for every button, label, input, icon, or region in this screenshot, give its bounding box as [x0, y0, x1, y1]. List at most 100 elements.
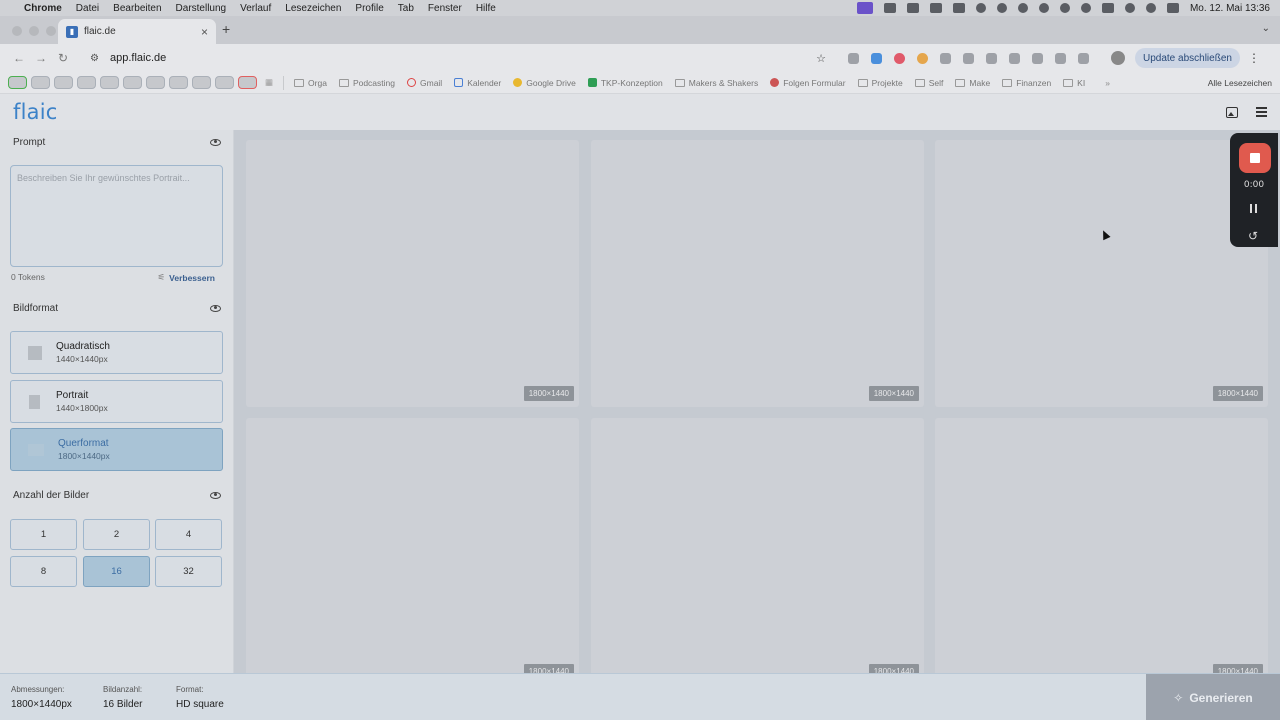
search-icon[interactable]: [1145, 3, 1156, 13]
battery-icon[interactable]: [1101, 3, 1114, 13]
extension-icon[interactable]: [1009, 52, 1020, 64]
menu-tab[interactable]: Tab: [398, 3, 414, 14]
maximize-window-button[interactable]: [46, 26, 56, 36]
count-option-8[interactable]: 8: [10, 556, 77, 587]
generate-button[interactable]: ✧ Generieren: [1146, 674, 1280, 720]
prompt-textarea[interactable]: Beschreiben Sie Ihr gewünschtes Portrait…: [10, 165, 223, 267]
bookmark-folder-self[interactable]: Self: [914, 78, 943, 88]
bookmark-folder-makers-shakers[interactable]: Makers & Shakers: [674, 78, 758, 88]
bookmark-icon[interactable]: [123, 76, 142, 89]
control-center-icon[interactable]: [1166, 3, 1179, 13]
bookmark-icon[interactable]: [169, 76, 188, 89]
image-placeholder[interactable]: 1800×1440: [935, 140, 1268, 407]
hamburger-menu-icon[interactable]: [1256, 107, 1267, 117]
puzzle-extensions-icon[interactable]: [940, 52, 951, 64]
all-bookmarks-folder[interactable]: Alle Lesezeichen: [1208, 78, 1272, 88]
zoom-status-icon[interactable]: [906, 3, 919, 13]
format-option-querformat[interactable]: Querformat 1800×1440px: [10, 428, 223, 471]
image-placeholder[interactable]: 1800×1440: [935, 418, 1268, 673]
menu-bearbeiten[interactable]: Bearbeiten: [113, 3, 161, 14]
forward-icon[interactable]: →: [30, 51, 52, 65]
bookmark-icon[interactable]: [215, 76, 234, 89]
back-icon[interactable]: ←: [8, 51, 30, 65]
stop-recording-button[interactable]: [1239, 143, 1271, 173]
status-app-icon[interactable]: [1059, 3, 1070, 13]
bookmark-folder-orga[interactable]: Orga: [294, 78, 327, 88]
flaic-logo[interactable]: flaic: [13, 100, 57, 124]
bookmark-icon[interactable]: [54, 76, 73, 89]
play-icon[interactable]: [1080, 3, 1091, 13]
status-app-icon[interactable]: [952, 3, 965, 13]
menu-datei[interactable]: Datei: [76, 3, 99, 14]
eye-icon[interactable]: [210, 138, 221, 146]
more-options-icon[interactable]: ⋮: [1248, 51, 1260, 65]
status-app-icon[interactable]: [996, 3, 1007, 13]
image-gallery-icon[interactable]: [1226, 106, 1238, 118]
image-placeholder[interactable]: 1800×1440: [246, 418, 579, 673]
eye-icon[interactable]: [210, 304, 221, 312]
print-icon[interactable]: [1055, 52, 1066, 64]
image-placeholder[interactable]: 1800×1440: [591, 418, 924, 673]
count-option-16[interactable]: 16: [83, 556, 150, 587]
bookmark-folder-ki[interactable]: KI: [1063, 78, 1085, 88]
bookmark-icon[interactable]: [238, 76, 257, 89]
bookmark-folder-projekte[interactable]: Projekte: [857, 78, 903, 88]
bookmark-google-drive[interactable]: Google Drive: [513, 78, 576, 88]
bookmark-star-icon[interactable]: ☆: [816, 52, 826, 65]
bookmark-folder-finanzen[interactable]: Finanzen: [1002, 78, 1051, 88]
apps-grid-icon[interactable]: ▦: [265, 77, 273, 88]
bookmark-icon[interactable]: [192, 76, 211, 89]
bookmark-folder-make[interactable]: Make: [955, 78, 990, 88]
url-text[interactable]: app.flaic.de: [110, 52, 166, 64]
link-icon[interactable]: [1078, 52, 1089, 64]
format-option-quadratisch[interactable]: Quadratisch 1440×1440px: [10, 331, 223, 374]
pocket-extension-icon[interactable]: [894, 52, 905, 64]
trash-icon[interactable]: [986, 52, 997, 64]
status-app-icon[interactable]: [883, 3, 896, 13]
count-option-1[interactable]: 1: [10, 519, 77, 550]
bookmark-icon[interactable]: [8, 76, 27, 89]
site-info-icon[interactable]: ⚙: [90, 53, 102, 64]
close-tab-icon[interactable]: ×: [201, 25, 208, 39]
count-option-2[interactable]: 2: [83, 519, 150, 550]
improve-prompt-button[interactable]: ⚟ Verbessern: [158, 272, 215, 283]
bookmark-tkp-konzeption[interactable]: TKP-Konzeption: [587, 78, 663, 88]
history-icon[interactable]: [963, 52, 974, 64]
status-app-icon[interactable]: [929, 3, 942, 13]
pause-icon[interactable]: [1250, 204, 1257, 213]
extension-icon[interactable]: [848, 52, 859, 64]
menu-profile[interactable]: Profile: [355, 3, 383, 14]
bookmark-folder-podcasting[interactable]: Podcasting: [338, 78, 395, 88]
bookmark-kalender[interactable]: Kalender: [454, 78, 501, 88]
bookmark-folgen-formular[interactable]: Folgen Formular: [770, 78, 846, 88]
gear-icon[interactable]: [975, 3, 986, 13]
bookmark-icon[interactable]: [146, 76, 165, 89]
status-app-icon[interactable]: [1017, 3, 1028, 13]
bookmark-gmail[interactable]: Gmail: [407, 78, 442, 88]
status-app-icon[interactable]: [1038, 3, 1049, 13]
image-placeholder[interactable]: 1800×1440: [246, 140, 579, 407]
eye-icon[interactable]: [210, 491, 221, 499]
new-tab-button[interactable]: +: [222, 21, 230, 37]
restart-icon[interactable]: ↺: [1248, 229, 1258, 243]
browser-tab-active[interactable]: ▮ flaic.de ×: [58, 19, 216, 44]
menu-fenster[interactable]: Fenster: [428, 3, 462, 14]
extension-icon[interactable]: [917, 52, 928, 64]
menu-darstellung[interactable]: Darstellung: [176, 3, 227, 14]
address-bar[interactable]: ⚙ app.flaic.de ☆: [82, 47, 834, 69]
format-option-portrait[interactable]: Portrait 1440×1800px: [10, 380, 223, 423]
menu-app-chrome[interactable]: Chrome: [24, 3, 62, 14]
update-button[interactable]: Update abschließen: [1135, 48, 1240, 68]
bookmark-icon[interactable]: [31, 76, 50, 89]
bookmark-icon[interactable]: [100, 76, 119, 89]
bookmark-icon[interactable]: [77, 76, 96, 89]
close-window-button[interactable]: [12, 26, 22, 36]
more-bookmarks-chevron-icon[interactable]: »: [1105, 78, 1110, 88]
count-option-32[interactable]: 32: [155, 556, 222, 587]
menu-lesezeichen[interactable]: Lesezeichen: [285, 3, 341, 14]
screen-recorder-status-icon[interactable]: [856, 2, 873, 14]
menu-verlauf[interactable]: Verlauf: [240, 3, 271, 14]
minimize-window-button[interactable]: [29, 26, 39, 36]
translate-icon[interactable]: [1032, 52, 1043, 64]
menu-hilfe[interactable]: Hilfe: [476, 3, 496, 14]
